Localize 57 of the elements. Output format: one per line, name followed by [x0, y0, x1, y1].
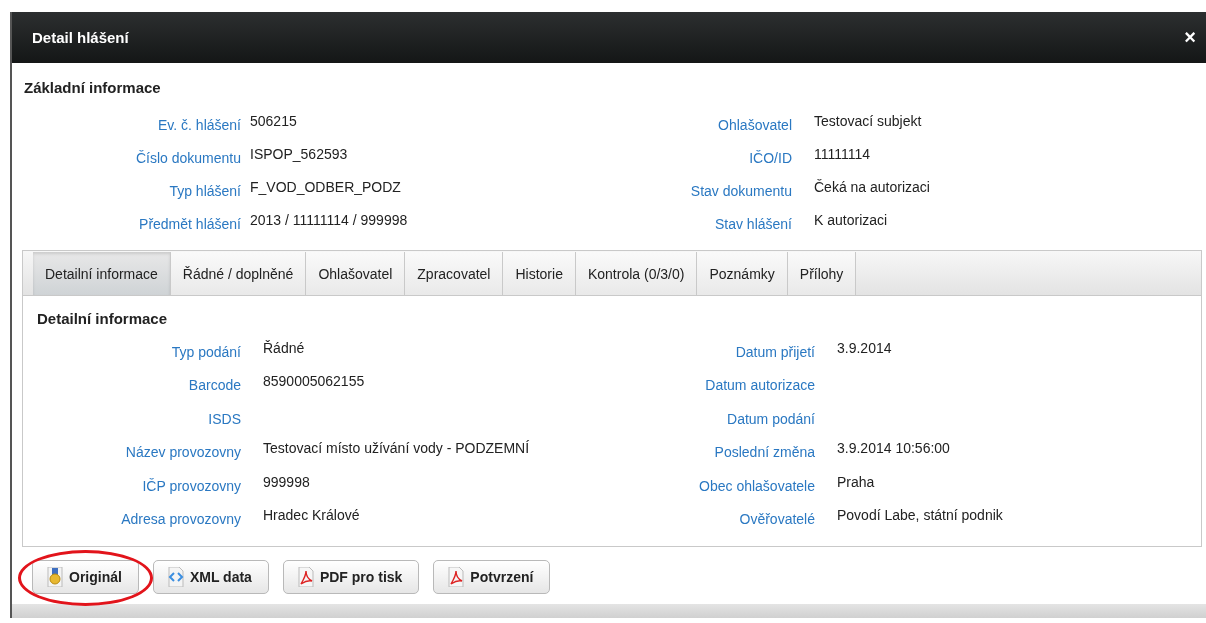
field-label: ISDS: [208, 409, 241, 427]
field-value: 3.9.2014 10:56:00: [836, 440, 951, 459]
field-label: Typ podání: [171, 342, 241, 360]
action-button[interactable]: Originál: [32, 560, 139, 594]
field-label: Obec ohlašovatele: [699, 476, 815, 494]
field-value: 11111114: [813, 145, 872, 164]
field-label: Datum podání: [727, 409, 815, 427]
field-value: 2013 / 11111114 / 999998: [249, 211, 409, 230]
action-button[interactable]: XML data: [152, 560, 269, 594]
field-value: Hradec Králové: [262, 507, 361, 526]
action-button[interactable]: Potvrzení: [433, 560, 551, 594]
tab[interactable]: Ohlašovatel: [306, 252, 406, 295]
field-value: 506215: [249, 112, 298, 131]
pdf-file-icon: [297, 567, 314, 587]
code-file-icon: [167, 567, 184, 587]
window-title: Detail hlášení: [32, 29, 129, 46]
field-label: Číslo dokumentu: [135, 148, 241, 166]
section-heading: Detailní informace: [37, 310, 169, 327]
field-label: Datum přijetí: [735, 342, 815, 360]
field-label: Typ hlášení: [169, 181, 241, 199]
field-value: Testovací místo užívání vody - PODZEMNÍ: [262, 440, 531, 459]
field-value: Řádné: [262, 339, 306, 358]
field-label: Ověřovatelé: [739, 510, 815, 528]
close-button[interactable]: ×: [1182, 26, 1198, 49]
field-value: 3.9.2014: [836, 339, 893, 358]
field-value: 999998: [262, 473, 311, 492]
tab[interactable]: Kontrola (0/3/0): [575, 252, 698, 295]
field-value: Testovací subjekt: [813, 112, 923, 131]
action-button[interactable]: PDF pro tisk: [282, 560, 420, 594]
tab[interactable]: Zpracovatel: [405, 252, 504, 295]
field-label: Název provozovny: [125, 443, 241, 461]
field-value: Povodí Labe, státní podnik: [836, 507, 1004, 526]
field-value: Praha: [836, 473, 876, 492]
tab[interactable]: Detailní informace: [33, 252, 171, 295]
tab[interactable]: Poznámky: [697, 252, 788, 295]
field-value: ISPOP_562593: [249, 145, 349, 164]
tab[interactable]: Historie: [503, 252, 576, 295]
field-label: Ohlašovatel: [718, 115, 792, 133]
pdf-file-icon: [448, 567, 465, 587]
field-label: IČO/ID: [749, 148, 792, 166]
field-value: 8590005062155: [262, 373, 366, 392]
field-label: Předmět hlášení: [139, 214, 241, 232]
field-label: Adresa provozovny: [121, 510, 241, 528]
section-heading: Základní informace: [24, 79, 162, 96]
field-label: Datum autorizace: [705, 376, 815, 394]
field-value: K autorizaci: [813, 211, 889, 230]
field-label: Barcode: [188, 376, 241, 394]
field-label: IČP provozovny: [142, 476, 241, 494]
field-label: Ev. č. hlášení: [158, 115, 241, 133]
medal-icon: [47, 567, 63, 587]
field-value: Čeká na autorizaci: [813, 178, 931, 197]
field-value: F_VOD_ODBER_PODZ: [249, 178, 402, 197]
field-label: Stav dokumentu: [690, 181, 792, 199]
tab[interactable]: Řádné / doplněné: [170, 252, 307, 295]
tab[interactable]: Přílohy: [787, 252, 857, 295]
field-label: Poslední změna: [714, 443, 815, 461]
field-label: Stav hlášení: [714, 214, 792, 232]
